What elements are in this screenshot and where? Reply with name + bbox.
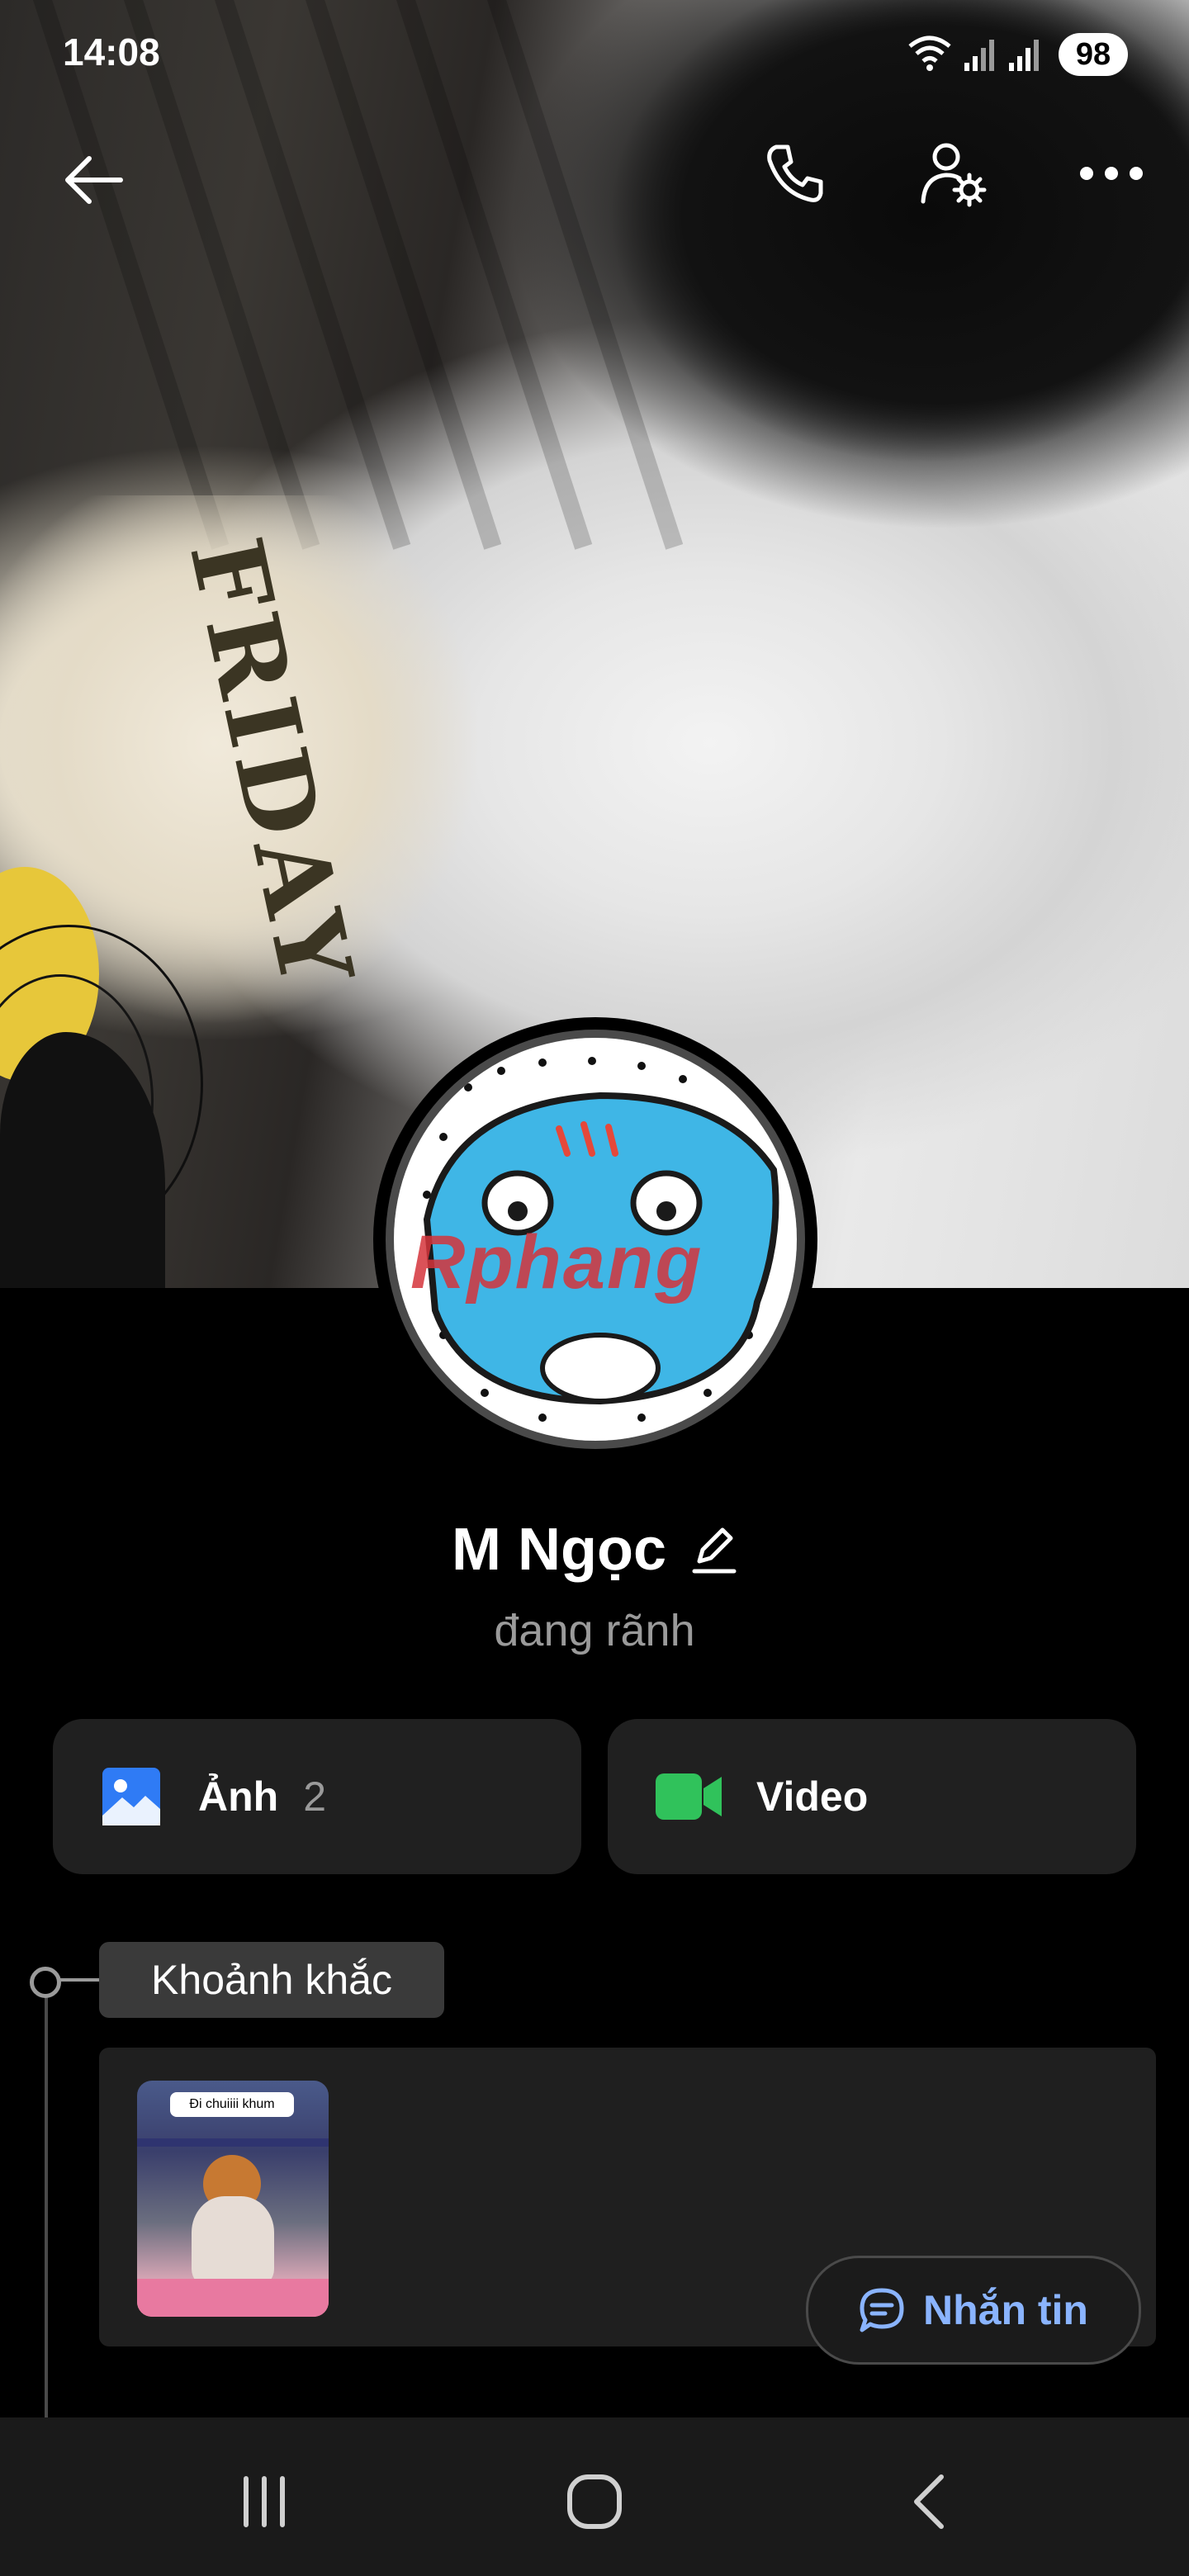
signal-icon	[1007, 36, 1040, 73]
avatar[interactable]: Rphang	[373, 1017, 817, 1461]
videos-label: Video	[756, 1773, 869, 1820]
profile-name: M Ngọc	[452, 1517, 666, 1583]
avatar-image: Rphang	[394, 1038, 797, 1441]
moment-thumbnail[interactable]: Đi chuiiii khum	[137, 2081, 329, 2317]
cover-detail	[215, 0, 411, 550]
video-camera-icon	[654, 1770, 723, 1823]
avatar-watermark: Rphang	[410, 1220, 703, 1305]
photos-label: Ảnh	[198, 1773, 279, 1820]
cover-detail	[306, 0, 502, 550]
user-settings-icon[interactable]	[912, 132, 994, 215]
phone-icon[interactable]	[753, 132, 836, 215]
status-time: 14:08	[63, 31, 160, 73]
cover-detail	[124, 0, 320, 550]
message-button-label: Nhắn tin	[923, 2287, 1088, 2333]
back-icon[interactable]	[887, 2460, 969, 2543]
timeline-line	[45, 1982, 48, 2419]
more-icon[interactable]	[1070, 132, 1153, 215]
moment-thumbnail-detail	[137, 2138, 329, 2147]
moment-thumbnail-detail	[192, 2196, 274, 2287]
cover-detail	[396, 0, 593, 550]
photos-card[interactable]: Ảnh 2	[53, 1719, 581, 1874]
image-icon	[101, 1766, 162, 1827]
moment-thumbnail-detail	[137, 2279, 329, 2317]
battery-indicator: 98	[1059, 33, 1128, 76]
wifi-icon	[907, 31, 953, 74]
message-button[interactable]: Nhắn tin	[806, 2256, 1141, 2365]
recent-apps-icon[interactable]	[223, 2460, 306, 2543]
edit-icon[interactable]	[691, 1523, 737, 1576]
signal-icon	[963, 36, 996, 73]
videos-card[interactable]: Video	[608, 1719, 1136, 1874]
timeline-connector	[58, 1978, 101, 1982]
chat-bubble-icon	[859, 2287, 905, 2333]
profile-name-row: M Ngọc	[0, 1516, 1189, 1584]
home-icon[interactable]	[553, 2460, 636, 2543]
cover-detail	[33, 0, 230, 550]
moment-caption: Đi chuiiii khum	[170, 2092, 294, 2117]
timeline-dot	[30, 1967, 61, 1998]
back-arrow-icon[interactable]	[51, 139, 134, 221]
profile-status-text: đang rãnh	[494, 1606, 695, 1655]
photos-count: 2	[303, 1773, 327, 1820]
moments-title: Khoảnh khắc	[99, 1942, 444, 2018]
